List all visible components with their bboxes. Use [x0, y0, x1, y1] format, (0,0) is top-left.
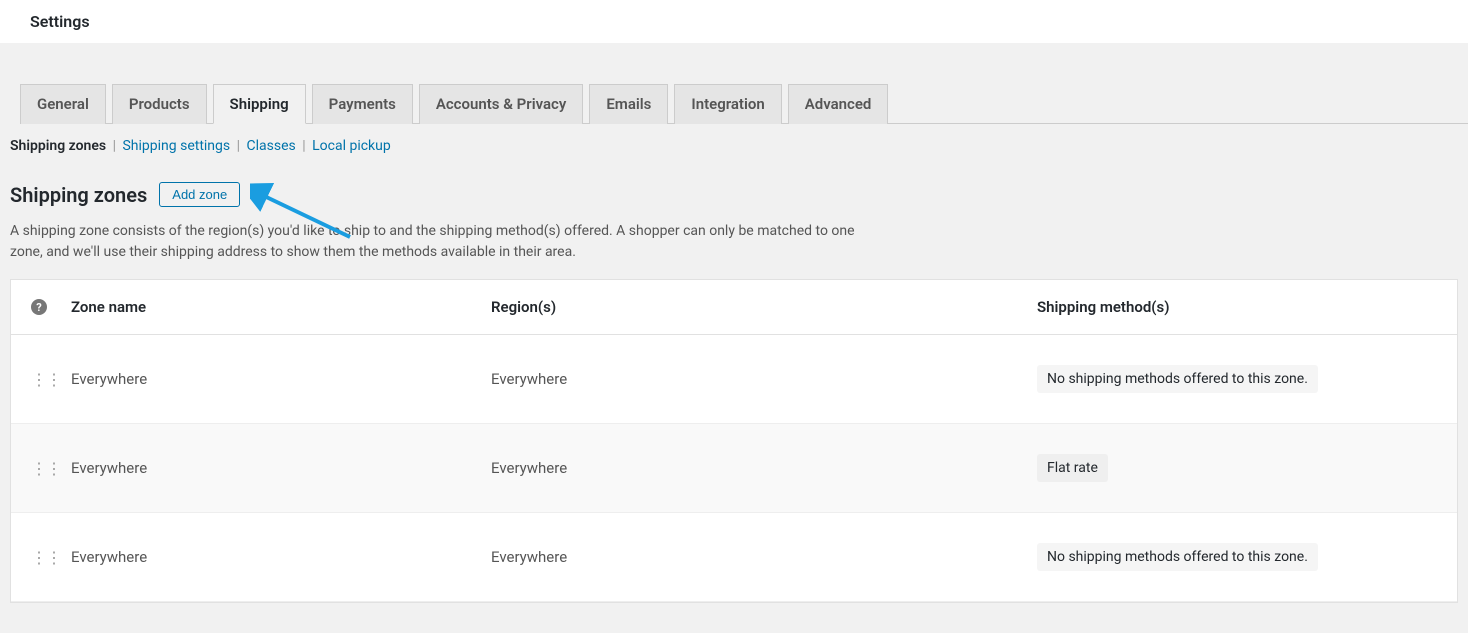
table-row[interactable]: ⋮⋮EverywhereEverywhereFlat rate	[11, 424, 1457, 513]
drag-handle-icon[interactable]: ⋮⋮	[31, 377, 61, 382]
separator: |	[109, 138, 119, 154]
shipping-method-cell: Flat rate	[1037, 454, 1437, 482]
subtab-local-pickup[interactable]: Local pickup	[312, 138, 391, 154]
drag-handle[interactable]: ⋮⋮	[31, 555, 71, 560]
heading-row: Shipping zones Add zone	[10, 182, 1468, 207]
col-header-zone-name: Zone name	[71, 298, 491, 316]
table-header-help: ?	[31, 298, 71, 316]
tab-shipping[interactable]: Shipping	[213, 84, 306, 124]
add-zone-button[interactable]: Add zone	[159, 182, 240, 207]
tab-general[interactable]: General	[20, 84, 106, 124]
shipping-method-pill: Flat rate	[1037, 454, 1108, 482]
region-cell: Everywhere	[491, 548, 1037, 566]
zone-name-cell: Everywhere	[71, 370, 491, 388]
shipping-zones-heading: Shipping zones	[10, 183, 147, 207]
shipping-method-cell: No shipping methods offered to this zone…	[1037, 365, 1437, 393]
table-row[interactable]: ⋮⋮EverywhereEverywhereNo shipping method…	[11, 335, 1457, 424]
help-icon[interactable]: ?	[31, 299, 47, 315]
settings-tabs: GeneralProductsShippingPaymentsAccounts …	[20, 83, 1468, 124]
tab-payments[interactable]: Payments	[312, 84, 413, 124]
region-cell: Everywhere	[491, 459, 1037, 477]
separator: |	[299, 138, 309, 154]
zone-name-cell: Everywhere	[71, 548, 491, 566]
separator: |	[233, 138, 243, 154]
tab-products[interactable]: Products	[112, 84, 207, 124]
col-header-region: Region(s)	[491, 298, 1037, 316]
subtab-shipping-zones[interactable]: Shipping zones	[10, 138, 106, 154]
shipping-zones-table: ? Zone name Region(s) Shipping method(s)…	[10, 279, 1458, 603]
tab-advanced[interactable]: Advanced	[788, 84, 889, 124]
col-header-shipping-method: Shipping method(s)	[1037, 298, 1437, 316]
tab-accounts-privacy[interactable]: Accounts & Privacy	[419, 84, 584, 124]
drag-handle[interactable]: ⋮⋮	[31, 466, 71, 471]
drag-handle-icon[interactable]: ⋮⋮	[31, 555, 61, 560]
tab-emails[interactable]: Emails	[589, 84, 668, 124]
page-title-bar: Settings	[0, 0, 1468, 43]
region-cell: Everywhere	[491, 370, 1037, 388]
tab-integration[interactable]: Integration	[674, 84, 781, 124]
shipping-subtabs: Shipping zones | Shipping settings | Cla…	[10, 138, 1468, 154]
zone-name-cell: Everywhere	[71, 459, 491, 477]
table-header-row: ? Zone name Region(s) Shipping method(s)	[11, 280, 1457, 335]
subtab-shipping-settings[interactable]: Shipping settings	[122, 138, 230, 154]
table-row[interactable]: ⋮⋮EverywhereEverywhereNo shipping method…	[11, 513, 1457, 602]
page-title: Settings	[30, 12, 1438, 31]
subtab-classes[interactable]: Classes	[247, 138, 296, 154]
drag-handle[interactable]: ⋮⋮	[31, 377, 71, 382]
shipping-zones-description: A shipping zone consists of the region(s…	[10, 221, 880, 263]
shipping-method-cell: No shipping methods offered to this zone…	[1037, 543, 1437, 571]
drag-handle-icon[interactable]: ⋮⋮	[31, 466, 61, 471]
no-shipping-method-pill: No shipping methods offered to this zone…	[1037, 543, 1318, 571]
no-shipping-method-pill: No shipping methods offered to this zone…	[1037, 365, 1318, 393]
